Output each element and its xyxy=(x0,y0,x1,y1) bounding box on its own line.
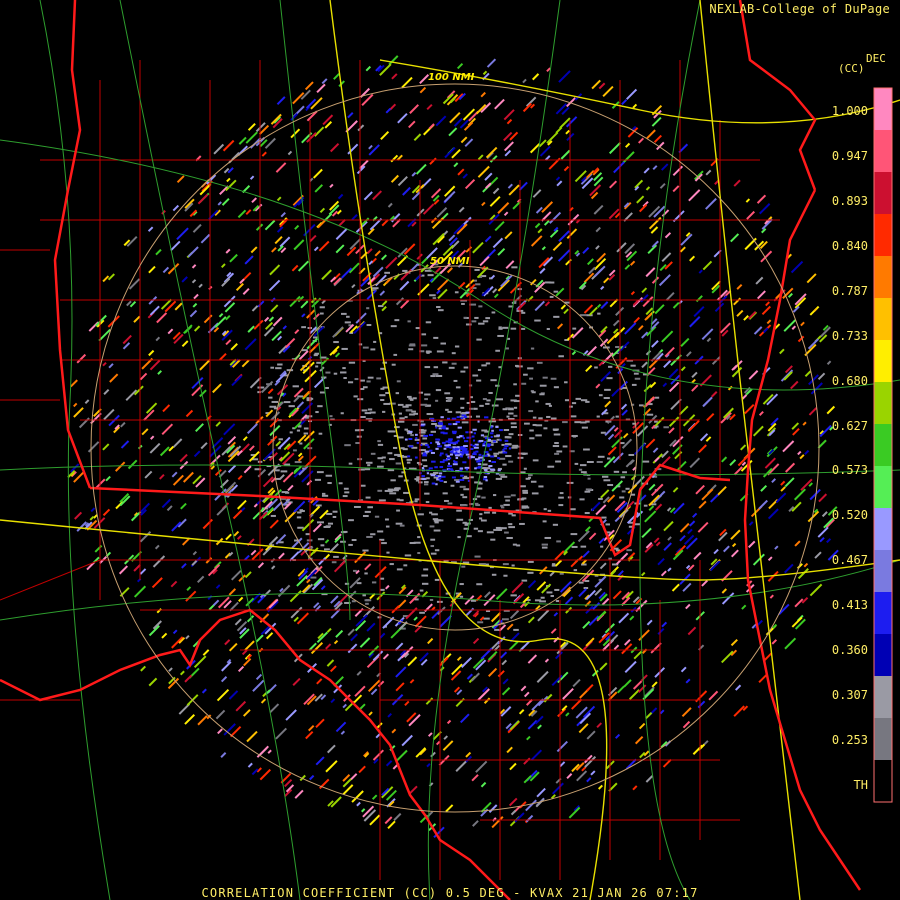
data-source-credit: NEXLAB-College of DuPage xyxy=(709,2,890,16)
legend-swatch xyxy=(874,718,892,761)
legend-tick-label: TH xyxy=(853,778,868,792)
legend-swatch xyxy=(874,172,892,215)
legend-swatch xyxy=(874,634,892,677)
range-ring-label-50: 50 NMI xyxy=(430,256,470,267)
legend-swatch xyxy=(874,508,892,551)
legend-tick-label: 0.733 xyxy=(831,328,868,343)
legend-tick-label: 0.307 xyxy=(831,688,868,703)
legend-swatch xyxy=(874,382,892,425)
legend-tick-label: 0.467 xyxy=(831,553,868,568)
legend-swatch xyxy=(874,424,892,467)
legend-tick-label: 0.253 xyxy=(831,733,868,748)
legend-swatch xyxy=(874,466,892,509)
legend-tick-label: 0.893 xyxy=(831,193,868,208)
legend-swatch xyxy=(874,340,892,383)
legend-swatch xyxy=(874,760,892,803)
legend-product-code: (CC) xyxy=(838,62,865,75)
legend-units: DEC xyxy=(866,52,886,65)
legend-swatch xyxy=(874,298,892,341)
legend-tick-label: 0.413 xyxy=(831,598,868,613)
legend-tick-label: 1.000 xyxy=(831,104,868,118)
legend-color-scale xyxy=(873,87,893,803)
legend-swatch xyxy=(874,130,892,173)
legend-tick-label: 0.680 xyxy=(831,373,868,388)
legend-swatch xyxy=(874,676,892,719)
map-canvas xyxy=(0,0,900,900)
legend-swatch xyxy=(874,256,892,299)
legend-tick-label: 0.360 xyxy=(831,643,868,658)
legend-swatch xyxy=(874,592,892,635)
product-title: CORRELATION COEFFICIENT (CC) 0.5 DEG - K… xyxy=(201,886,699,900)
legend-tick-label: 0.840 xyxy=(831,238,868,253)
legend-swatch xyxy=(874,550,892,593)
legend-tick-label: 0.520 xyxy=(831,508,868,523)
legend-tick-label: 0.573 xyxy=(831,463,868,478)
radar-map: NEXLAB-College of DuPage DEC (CC) 50 NMI… xyxy=(0,0,900,900)
legend-swatch xyxy=(874,214,892,257)
legend-tick-label: 0.947 xyxy=(831,148,868,163)
legend-tick-label: 0.627 xyxy=(831,418,868,433)
legend-swatch xyxy=(874,88,892,131)
legend-tick-label: 0.787 xyxy=(831,283,868,298)
radar-echoes xyxy=(67,55,839,839)
range-ring-label-100: 100 NMI xyxy=(428,72,475,83)
